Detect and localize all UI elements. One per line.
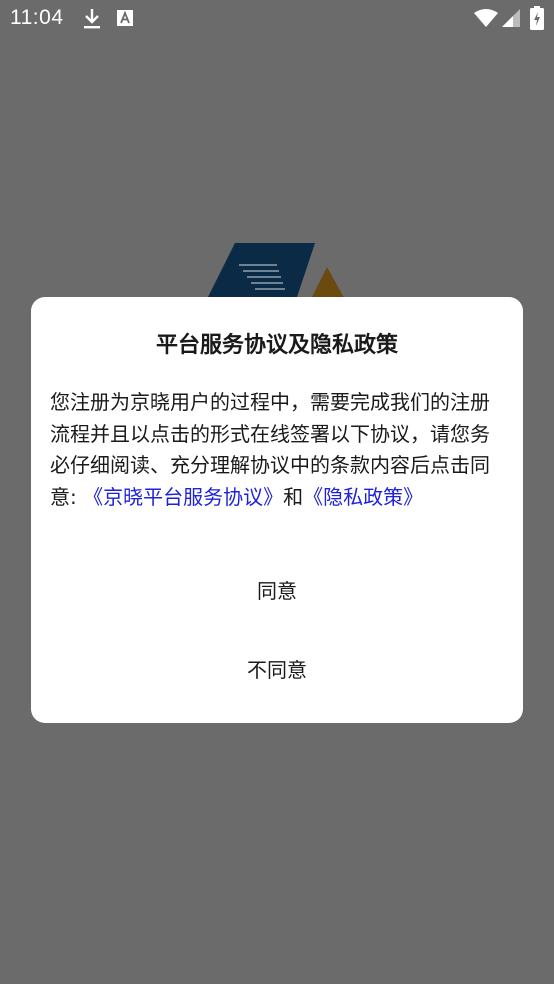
dialog-body: 您注册为京晓用户的过程中，需要完成我们的注册流程并且以点击的形式在线签署以下协议…	[50, 387, 506, 513]
privacy-policy-link[interactable]: 《隐私政策》	[303, 485, 423, 509]
status-bar: 11:04	[0, 0, 554, 38]
agree-button[interactable]: 同意	[31, 563, 523, 619]
disagree-button[interactable]: 不同意	[31, 642, 523, 698]
service-agreement-link[interactable]: 《京晓平台服务协议》	[83, 485, 283, 509]
screen: 11:04 平台服务协议及隐私政策 您注册为京晓用户的过程中，需要完成我们的注册…	[0, 0, 554, 984]
wifi-icon	[474, 9, 498, 31]
signal-icon	[502, 9, 520, 31]
privacy-dialog: 平台服务协议及隐私政策 您注册为京晓用户的过程中，需要完成我们的注册流程并且以点…	[31, 297, 523, 723]
download-icon	[82, 8, 102, 34]
conjunction-text: 和	[283, 484, 304, 509]
status-time: 11:04	[10, 6, 64, 29]
dialog-title: 平台服务协议及隐私政策	[155, 333, 398, 358]
text-a-icon	[116, 9, 134, 31]
battery-charging-icon	[530, 6, 544, 34]
